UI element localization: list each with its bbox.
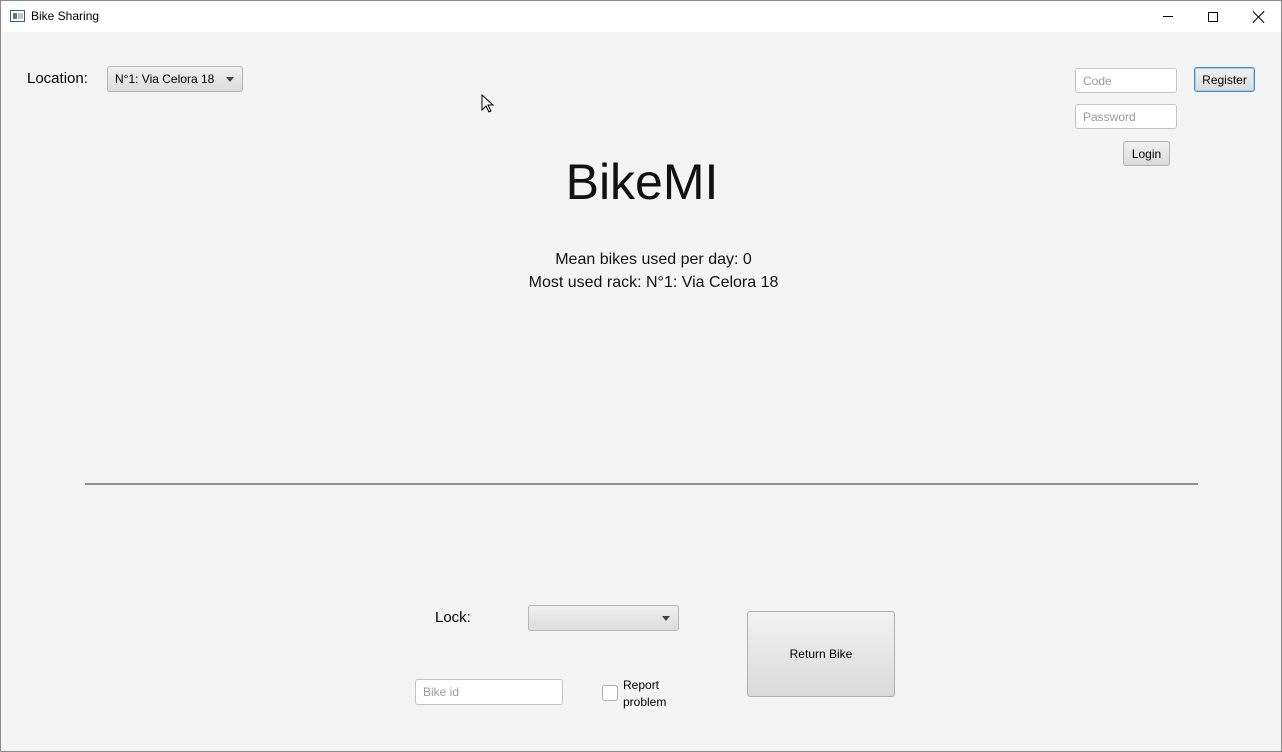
password-input[interactable] — [1075, 104, 1177, 129]
report-problem-checkbox[interactable] — [602, 685, 618, 701]
close-icon — [1253, 11, 1265, 23]
minimize-icon — [1163, 16, 1173, 17]
maximize-icon — [1208, 11, 1218, 22]
close-button[interactable] — [1236, 1, 1282, 32]
lock-label: Lock: — [435, 609, 471, 626]
most-used-rack-stat: Most used rack: N°1: Via Celora 18 — [528, 274, 779, 291]
bike-id-input[interactable] — [415, 679, 563, 705]
app-icon — [10, 10, 25, 22]
chevron-down-icon — [226, 77, 234, 82]
return-bike-button[interactable]: Return Bike — [747, 611, 895, 697]
report-problem-label-line2: problem — [623, 695, 667, 709]
mouse-cursor-icon — [481, 94, 495, 113]
title-bar[interactable]: Bike Sharing — [1, 1, 1281, 32]
mean-bikes-stat: Mean bikes used per day: 0 — [555, 251, 752, 268]
minimize-button[interactable] — [1145, 1, 1191, 32]
register-button[interactable]: Register — [1194, 67, 1255, 92]
maximize-button[interactable] — [1190, 1, 1236, 32]
section-divider — [85, 483, 1198, 485]
lock-select[interactable] — [528, 605, 679, 631]
app-title: BikeMI — [565, 154, 719, 210]
chevron-down-icon — [662, 616, 670, 621]
code-input[interactable] — [1075, 68, 1177, 93]
location-label: Location: — [27, 70, 88, 87]
location-select-value: N°1: Via Celora 18 — [115, 72, 215, 86]
app-window: Bike Sharing Location: N°1: Via Celora 1… — [0, 0, 1282, 752]
report-problem-label[interactable]: Report problem — [623, 677, 666, 711]
window-title: Bike Sharing — [31, 9, 100, 23]
location-select[interactable]: N°1: Via Celora 18 — [107, 66, 243, 92]
report-problem-label-line1: Report — [623, 678, 660, 692]
